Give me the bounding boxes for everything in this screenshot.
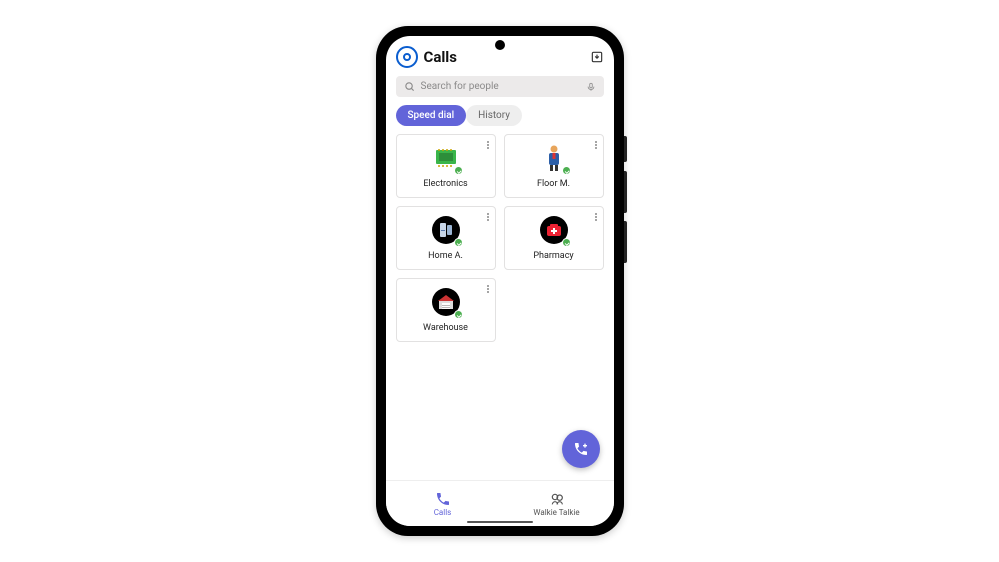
- pharmacy-icon: [539, 215, 569, 245]
- electronics-icon: [431, 143, 461, 173]
- bottom-nav: Calls Walkie Talkie: [386, 480, 614, 526]
- mic-icon[interactable]: [586, 82, 596, 92]
- tab-history[interactable]: History: [466, 105, 522, 126]
- search-icon: [404, 81, 415, 92]
- nav-calls[interactable]: Calls: [386, 481, 500, 526]
- more-icon[interactable]: [485, 139, 491, 151]
- contact-card-floor-manager[interactable]: Floor M.: [504, 134, 604, 198]
- contact-label: Home A.: [428, 251, 463, 261]
- presence-available-icon: [454, 166, 463, 175]
- presence-available-icon: [454, 310, 463, 319]
- contact-label: Electronics: [423, 179, 467, 189]
- contact-label: Floor M.: [537, 179, 570, 189]
- phone-side-button: [624, 171, 627, 213]
- person-icon: [539, 143, 569, 173]
- tab-speed-dial[interactable]: Speed dial: [396, 105, 467, 126]
- app-screen: Calls Search for people Speed dial Histo…: [386, 36, 614, 526]
- more-icon[interactable]: [593, 211, 599, 223]
- home-appliance-icon: [431, 215, 461, 245]
- search-input[interactable]: Search for people: [396, 76, 604, 97]
- page-title: Calls: [424, 48, 584, 66]
- presence-available-icon: [454, 238, 463, 247]
- voicemail-icon[interactable]: [590, 50, 604, 64]
- more-icon[interactable]: [593, 139, 599, 151]
- search-placeholder: Search for people: [421, 81, 580, 92]
- nav-walkie-talkie[interactable]: Walkie Talkie: [500, 481, 614, 526]
- more-icon[interactable]: [485, 211, 491, 223]
- presence-available-icon: [562, 166, 571, 175]
- warehouse-icon: [431, 287, 461, 317]
- speed-dial-grid: Electronics Floor M.: [386, 134, 614, 342]
- phone-side-button: [624, 136, 627, 162]
- contact-label: Warehouse: [423, 323, 468, 333]
- phone-camera-notch: [495, 40, 505, 50]
- contact-card-warehouse[interactable]: Warehouse: [396, 278, 496, 342]
- more-icon[interactable]: [485, 283, 491, 295]
- phone-frame: Calls Search for people Speed dial Histo…: [376, 26, 624, 536]
- contact-label: Pharmacy: [533, 251, 573, 261]
- tabs: Speed dial History: [386, 105, 614, 134]
- profile-avatar[interactable]: [396, 46, 418, 68]
- phone-icon: [435, 491, 451, 507]
- contact-card-pharmacy[interactable]: Pharmacy: [504, 206, 604, 270]
- new-call-button[interactable]: [562, 430, 600, 468]
- contact-card-electronics[interactable]: Electronics: [396, 134, 496, 198]
- nav-label: Calls: [434, 508, 452, 517]
- walkie-talkie-icon: [549, 491, 565, 507]
- phone-side-button: [624, 221, 627, 263]
- phone-plus-icon: [573, 441, 589, 457]
- presence-available-icon: [562, 238, 571, 247]
- contact-card-home-appliance[interactable]: Home A.: [396, 206, 496, 270]
- nav-label: Walkie Talkie: [533, 508, 579, 517]
- home-indicator: [467, 521, 533, 523]
